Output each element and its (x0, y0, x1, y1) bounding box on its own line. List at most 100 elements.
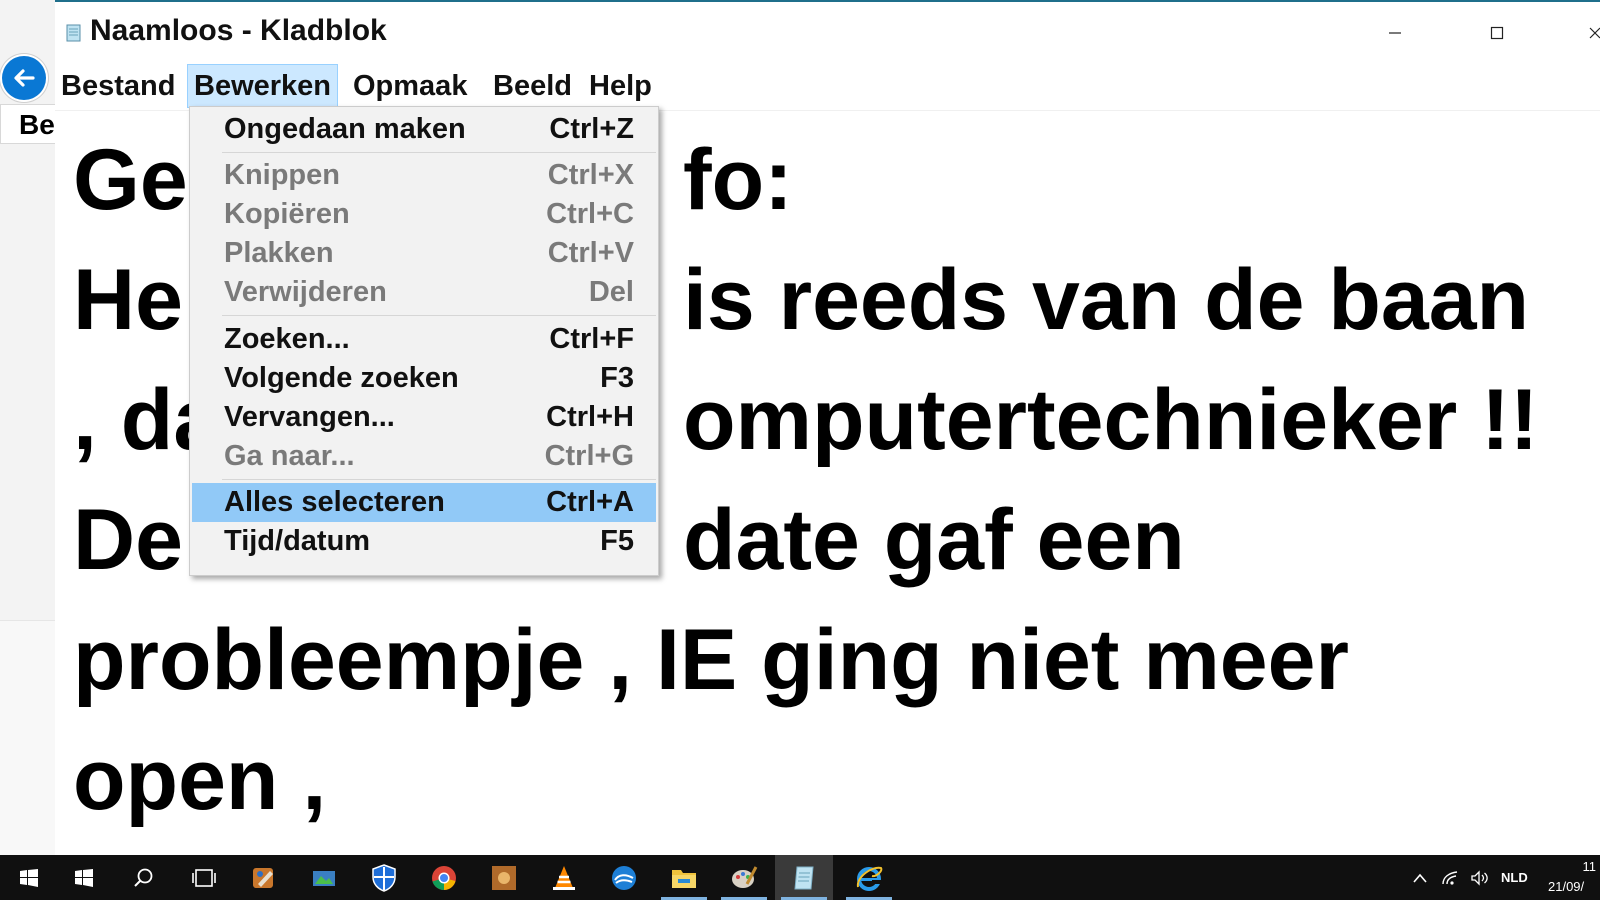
taskbar-app-paint-tool[interactable] (235, 855, 293, 900)
menu-item-shortcut: F5 (600, 525, 634, 557)
taskbar-app-notepad[interactable] (775, 855, 833, 900)
maximize-button[interactable] (1477, 16, 1517, 50)
background-window-panel (0, 620, 55, 856)
editor-line-text-right: date gaf een (683, 492, 1185, 588)
menu-item-time-date[interactable]: Tijd/datum F5 (192, 522, 656, 561)
menu-item-label: Ongedaan maken (224, 113, 466, 145)
taskbar: NLD 11 21/09/ (0, 855, 1600, 900)
search-button[interactable] (115, 855, 173, 900)
menu-item-shortcut: Del (588, 276, 634, 308)
edit-menu-dropdown: Ongedaan maken Ctrl+Z Knippen Ctrl+X Kop… (189, 106, 659, 576)
menu-item-label: Ga naar... (224, 440, 355, 472)
vlc-icon (553, 865, 575, 890)
task-view-button[interactable] (175, 855, 233, 900)
menu-item-shortcut: Ctrl+X (547, 159, 634, 191)
window-title: Naamloos - Kladblok (90, 14, 387, 47)
taskbar-app-cloud[interactable] (595, 855, 653, 900)
taskbar-app-vlc[interactable] (535, 855, 593, 900)
editor-line-text: Ge (73, 132, 188, 228)
editor-line-text-right: omputertechnieker !! (683, 372, 1539, 468)
menu-item-label: Vervangen... (224, 401, 395, 433)
paint-tool-icon (253, 867, 273, 888)
menu-item-label: Tijd/datum (224, 525, 371, 557)
menu-item-label: Knippen (224, 159, 340, 191)
menu-item-select-all[interactable]: Alles selecteren Ctrl+A (192, 483, 656, 522)
file-explorer-icon (672, 869, 696, 888)
menu-opmaak[interactable]: Opmaak (347, 64, 473, 108)
search-icon (134, 868, 153, 887)
security-shield-icon (372, 863, 396, 892)
chevron-up-icon (1413, 873, 1427, 883)
menu-item-replace[interactable]: Vervangen... Ctrl+H (192, 398, 656, 437)
editor-line-text-right: fo: (683, 132, 793, 228)
editor-line-text: He (73, 252, 183, 348)
back-button[interactable] (2, 56, 46, 100)
menu-item-cut[interactable]: Knippen Ctrl+X (192, 156, 656, 195)
menu-bewerken[interactable]: Bewerken (187, 64, 339, 108)
menu-item-label: Alles selecteren (224, 486, 445, 518)
task-view-icon (192, 868, 216, 887)
menu-item-label: Kopiëren (224, 198, 350, 230)
menu-item-label: Volgende zoeken (224, 362, 459, 394)
wifi-icon (1442, 870, 1458, 885)
arrow-left-icon (14, 69, 35, 87)
taskbar-app-security[interactable] (355, 855, 413, 900)
taskbar-app-internet-explorer[interactable] (840, 855, 898, 900)
menu-beeld[interactable]: Beeld (487, 64, 578, 108)
menu-separator (222, 479, 656, 480)
menu-item-delete[interactable]: Verwijderen Del (192, 273, 656, 312)
minimize-icon (1389, 32, 1401, 34)
menu-item-undo[interactable]: Ongedaan maken Ctrl+Z (192, 110, 656, 149)
network-button[interactable] (1435, 855, 1465, 900)
menu-item-label: Zoeken... (224, 323, 350, 355)
windows-button[interactable] (55, 855, 113, 900)
title-bar[interactable]: Naamloos - Kladblok (55, 2, 1600, 62)
tray-overflow-button[interactable] (1405, 855, 1435, 900)
menu-item-paste[interactable]: Plakken Ctrl+V (192, 234, 656, 273)
menu-item-shortcut: Ctrl+H (546, 401, 634, 433)
close-icon (1589, 27, 1600, 39)
menu-item-shortcut: Ctrl+G (544, 440, 634, 472)
menu-item-shortcut: Ctrl+Z (549, 113, 634, 145)
editor-line-text: open , (73, 732, 327, 828)
taskbar-app-paint[interactable] (715, 855, 773, 900)
system-tray: NLD (1405, 855, 1528, 900)
menu-item-copy[interactable]: Kopiëren Ctrl+C (192, 195, 656, 234)
close-button[interactable] (1575, 16, 1600, 50)
taskbar-app-media[interactable] (475, 855, 533, 900)
editor-line-text: probleempje , IE ging niet meer (73, 612, 1349, 708)
menu-item-shortcut: Ctrl+F (549, 323, 634, 355)
menu-item-find[interactable]: Zoeken... Ctrl+F (192, 320, 656, 359)
start-button[interactable] (0, 855, 58, 900)
language-indicator[interactable]: NLD (1501, 870, 1528, 885)
menu-item-find-next[interactable]: Volgende zoeken F3 (192, 359, 656, 398)
menu-help[interactable]: Help (583, 64, 658, 108)
volume-icon (1471, 869, 1488, 886)
clock-time: 11 (1582, 859, 1597, 874)
editor-line: open , (73, 720, 1583, 840)
menu-item-label: Verwijderen (224, 276, 387, 308)
clock[interactable]: 11 21/09/ (1548, 857, 1600, 897)
editor-line-text: De (73, 492, 183, 588)
editor-line: probleempje , IE ging niet meer (73, 600, 1583, 720)
menu-bestand[interactable]: Bestand (55, 64, 181, 108)
taskbar-app-photo-viewer[interactable] (295, 855, 353, 900)
background-window-tab[interactable]: Be (0, 104, 55, 144)
notepad-icon (794, 866, 814, 889)
paint-icon (732, 865, 758, 888)
menu-item-shortcut: Ctrl+V (547, 237, 634, 269)
start-icon (20, 868, 38, 887)
menu-bar: Bestand Bewerken Opmaak Beeld Help (55, 64, 1600, 111)
taskbar-app-chrome[interactable] (415, 855, 473, 900)
chrome-icon (432, 865, 456, 890)
menu-item-shortcut: F3 (600, 362, 634, 394)
maximize-icon (1490, 26, 1504, 40)
menu-item-go-to[interactable]: Ga naar... Ctrl+G (192, 437, 656, 476)
menu-item-shortcut: Ctrl+A (546, 486, 634, 518)
minimize-button[interactable] (1375, 16, 1415, 50)
taskbar-app-file-explorer[interactable] (655, 855, 713, 900)
internet-explorer-icon (856, 866, 883, 891)
volume-button[interactable] (1465, 855, 1495, 900)
background-window: Be (0, 0, 56, 856)
menu-separator (222, 152, 656, 153)
